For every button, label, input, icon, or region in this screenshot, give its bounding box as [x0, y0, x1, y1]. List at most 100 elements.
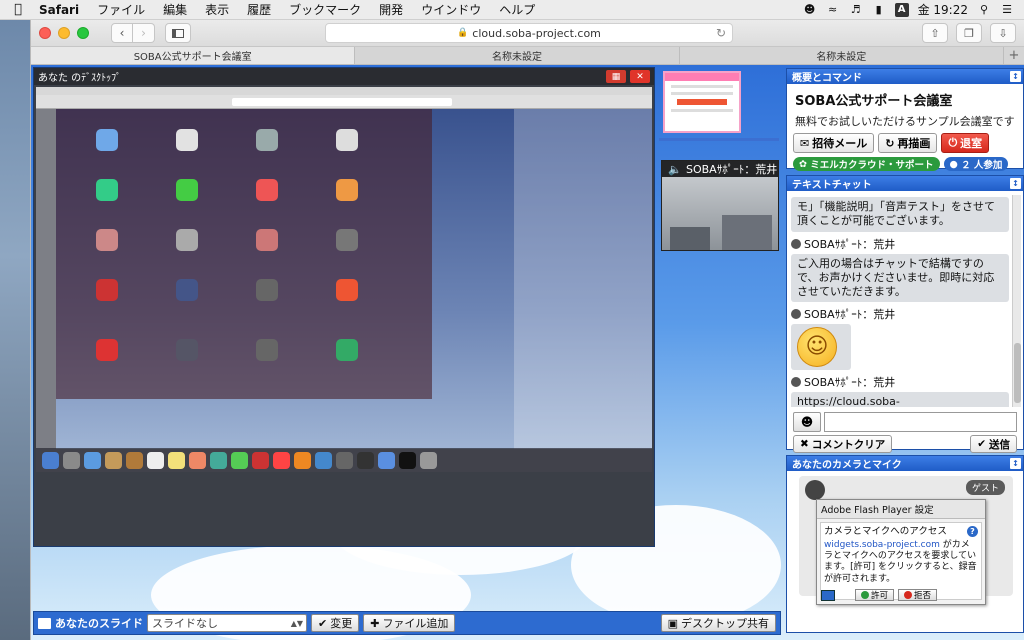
new-tab-button[interactable]: +: [1004, 47, 1024, 64]
text-chat-panel: テキストチャット ↕ モ」「機能説明」「音声テスト」をさせて頂くことが可能でござ…: [786, 175, 1024, 453]
nav-buttons: ‹ ›: [111, 23, 155, 43]
app-icon: [256, 179, 278, 201]
chat-panel-header: テキストチャット ↕: [787, 176, 1023, 191]
chat-actions: ✖ コメントクリア ✔ 送信: [793, 435, 1017, 453]
emoji-button[interactable]: ☻: [793, 412, 821, 432]
chat-input[interactable]: [824, 412, 1017, 432]
remote-camera-view[interactable]: 🔈 SOBAｻﾎﾟｰﾄ：荒井: [661, 160, 779, 251]
app-status-icon[interactable]: ☻: [803, 3, 817, 17]
camera-scene-desk: [670, 227, 710, 250]
chat-scrollbar[interactable]: [1012, 195, 1021, 407]
flash-allow-button[interactable]: 許可: [855, 589, 895, 601]
shared-url-bar: [232, 98, 452, 106]
promo-header: [665, 73, 739, 81]
forward-button[interactable]: ›: [133, 23, 155, 43]
meeting-tag[interactable]: ✿ ミエルカクラウド・サポート: [793, 157, 940, 171]
share-desktop-label: デスクトップ共有: [681, 617, 769, 630]
tab-3[interactable]: 名称未設定: [680, 47, 1004, 64]
help-icon[interactable]: ?: [967, 526, 978, 537]
chat-scroll-thumb[interactable]: [1014, 343, 1021, 403]
tab-1[interactable]: SOBA公式サポート会議室: [31, 47, 356, 64]
menu-edit[interactable]: 編集: [154, 1, 196, 18]
minimize-window-button[interactable]: [58, 27, 70, 39]
chat-speaker: SOBAｻﾎﾟｰﾄ：荒井: [791, 306, 1009, 322]
share-button[interactable]: ⇧: [922, 23, 948, 43]
remote-camera-feed: [662, 177, 778, 250]
clear-comments-button[interactable]: ✖ コメントクリア: [793, 435, 893, 453]
camera-mic-panel: あなたのカメラとマイク ↕ ゲスト Adobe Flash Player 設定 …: [786, 455, 1024, 633]
tab-overview-button[interactable]: ❐: [956, 23, 982, 43]
menu-develop[interactable]: 開発: [370, 1, 412, 18]
fullscreen-window-button[interactable]: [77, 27, 89, 39]
monitor-icon[interactable]: [821, 589, 835, 601]
input-source-icon[interactable]: A: [894, 2, 909, 17]
menu-file[interactable]: ファイル: [88, 1, 154, 18]
invite-mail-button[interactable]: ✉ 招待メール: [793, 133, 875, 153]
battery-icon[interactable]: ▮: [872, 3, 886, 17]
participants-tag[interactable]: ● ２ 人参加: [943, 157, 1009, 171]
toolbar-right: ⇧ ❐ ⇩: [922, 23, 1016, 43]
back-button[interactable]: ‹: [111, 23, 133, 43]
web-content: あなた のﾃﾞｽｸﾄｯﾌﾟ ▦ ✕ 🔈 SOBAｻﾎﾟｰﾄ：荒井 あなたのスライ…: [31, 65, 1024, 640]
collapse-icon[interactable]: ↕: [1010, 71, 1021, 82]
redraw-button[interactable]: ↻ 再描画: [878, 133, 938, 153]
menu-view[interactable]: 表示: [196, 1, 238, 18]
dock-icon: [84, 451, 101, 469]
collapse-icon[interactable]: ↕: [1010, 178, 1021, 189]
user-icon: [791, 377, 801, 388]
image-icon: [38, 617, 51, 629]
desktop-panel-header: あなた のﾃﾞｽｸﾄｯﾌﾟ ▦ ✕: [34, 68, 654, 85]
chat-speaker-name: SOBAｻﾎﾟｰﾄ：荒井: [804, 376, 896, 390]
exit-room-button[interactable]: ⏻ 退室: [941, 133, 990, 153]
dock-icon: [252, 451, 269, 469]
slide-select[interactable]: スライドなし ▲▼: [147, 614, 307, 632]
camera-panel-title: あなたのカメラとマイク: [792, 460, 902, 471]
dock-icon: [399, 451, 416, 469]
shared-desktop-view[interactable]: [36, 87, 652, 472]
speaker-icon[interactable]: 🔈: [668, 163, 682, 176]
send-button[interactable]: ✔ 送信: [970, 435, 1017, 453]
wifi-icon[interactable]: ≈: [826, 3, 840, 17]
guest-badge: ゲスト: [965, 480, 1005, 495]
chat-message: ご入用の場合はチャットで結構ですので、お声かけくださいませ。即時に対応させていた…: [791, 253, 1009, 303]
menu-bookmarks[interactable]: ブックマーク: [280, 1, 370, 18]
menu-app-safari[interactable]: Safari: [30, 3, 88, 17]
close-desktop-button[interactable]: ✕: [630, 70, 650, 83]
menu-help[interactable]: ヘルプ: [490, 1, 544, 18]
add-file-button[interactable]: ✚ ファイル追加: [363, 614, 456, 632]
spotlight-icon[interactable]: ⚲: [977, 3, 991, 17]
notification-center-icon[interactable]: ☰: [1000, 3, 1014, 17]
invite-mail-label: 招待メール: [812, 137, 868, 150]
flash-deny-button[interactable]: 拒否: [898, 589, 938, 601]
menu-clock[interactable]: 金 19:22: [918, 1, 968, 18]
promo-thumbnail[interactable]: [663, 71, 741, 133]
reload-icon[interactable]: ↻: [716, 26, 726, 40]
volume-icon[interactable]: ♬: [849, 3, 863, 17]
app-icon: [256, 339, 278, 361]
flash-dialog-buttons: 許可 拒否: [817, 589, 985, 601]
change-slide-button[interactable]: ✔ 変更: [311, 614, 360, 632]
power-icon: ⏻: [948, 136, 958, 149]
grid-view-button[interactable]: ▦: [606, 70, 626, 83]
safari-toolbar: ‹ › 🔒 cloud.soba-project.com ↻ ⇧ ❐ ⇩: [31, 20, 1024, 47]
close-window-button[interactable]: [39, 27, 51, 39]
menu-window[interactable]: ウインドウ: [412, 1, 490, 18]
share-desktop-button[interactable]: ▣ デスクトップ共有: [660, 614, 776, 632]
chat-message-link[interactable]: https://cloud.soba-project.com/common8.h…: [791, 392, 1009, 407]
chat-log[interactable]: モ」「機能説明」「音声テスト」をさせて頂くことが可能でございます。 SOBAｻﾎ…: [791, 195, 1009, 407]
flash-dialog-heading: カメラとマイクへのアクセス: [824, 526, 947, 537]
tab-2[interactable]: 名称未設定: [355, 47, 680, 64]
overview-panel-header: 概要とコマンド ↕: [787, 69, 1023, 84]
apple-icon[interactable]: : [6, 2, 30, 17]
chat-panel-title: テキストチャット: [792, 180, 872, 191]
collapse-icon[interactable]: ↕: [1010, 458, 1021, 469]
dock-icon: [189, 451, 206, 469]
clear-icon: ✖: [800, 438, 809, 450]
camera-panel-header: あなたのカメラとマイク ↕: [787, 456, 1023, 471]
select-arrows-icon: ▲▼: [290, 618, 303, 628]
address-bar[interactable]: 🔒 cloud.soba-project.com ↻: [325, 23, 733, 43]
downloads-button[interactable]: ⇩: [990, 23, 1016, 43]
menu-history[interactable]: 履歴: [238, 1, 280, 18]
sidebar-toggle-button[interactable]: [165, 23, 191, 43]
window-controls: [39, 27, 89, 39]
